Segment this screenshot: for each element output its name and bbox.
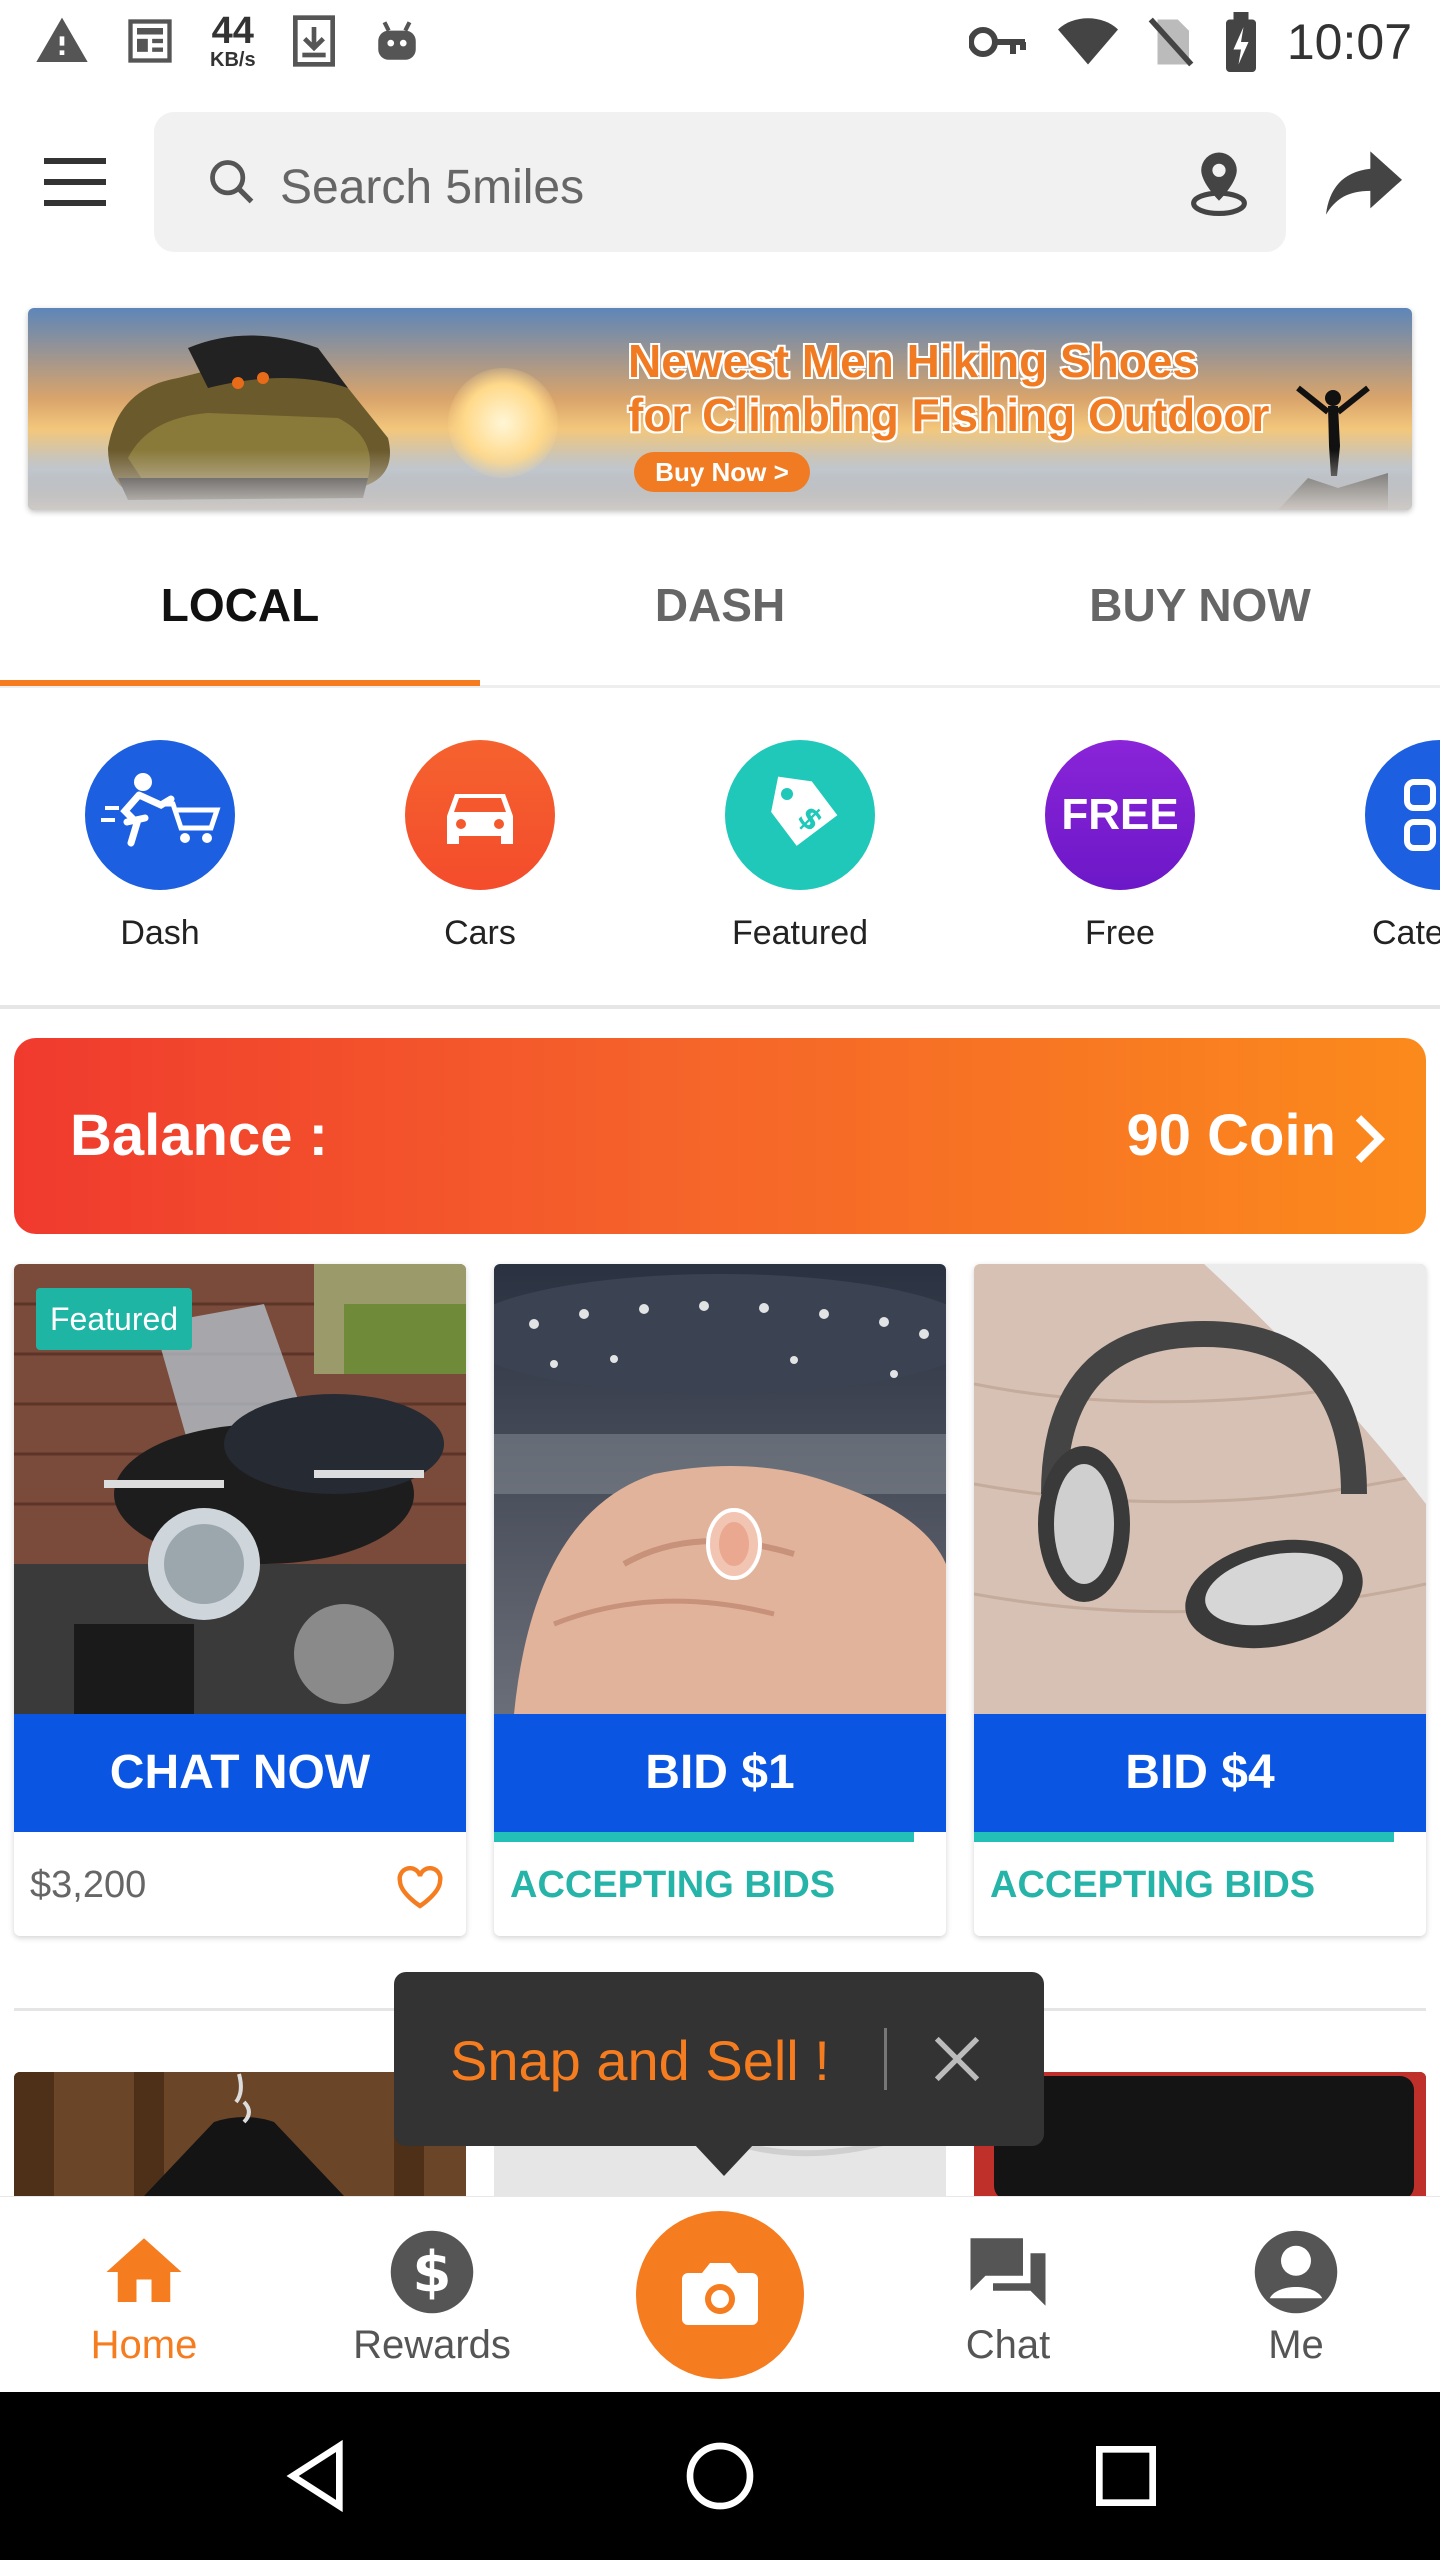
chat-now-button[interactable]: CHAT NOW	[14, 1714, 466, 1832]
banner-subheadline: for Climbing Fishing Outdoor	[628, 389, 1270, 441]
chevron-right-icon	[1355, 1115, 1386, 1163]
tooltip-separator	[884, 2028, 887, 2090]
price-tag-icon: $	[725, 740, 875, 890]
banner-buy-now-button[interactable]: Buy Now >	[634, 452, 810, 492]
heart-icon[interactable]	[396, 1866, 444, 1910]
feed-tabs: LOCAL DASH BUY NOW	[0, 540, 1440, 688]
section-divider	[0, 1005, 1440, 1009]
bid-status: ACCEPTING BIDS	[510, 1864, 836, 1906]
snap-and-sell-tooltip[interactable]: Snap and Sell !	[394, 1972, 1044, 2146]
warning-icon	[36, 17, 88, 63]
free-icon: FREE	[1045, 740, 1195, 890]
hamburger-icon	[44, 158, 106, 206]
svg-text:$: $	[412, 2240, 451, 2305]
category-categories[interactable]: Cate	[1340, 740, 1440, 953]
nav-rewards[interactable]: $ Rewards	[302, 2197, 562, 2393]
back-icon[interactable]	[276, 2436, 356, 2516]
category-free[interactable]: FREE Free	[1020, 740, 1220, 953]
top-bar: Search 5miles	[0, 108, 1440, 256]
person-icon	[1251, 2227, 1341, 2317]
product-image-ring[interactable]	[494, 1264, 946, 1714]
category-label: Cate	[1372, 914, 1440, 952]
category-dash[interactable]: Dash	[60, 740, 260, 953]
home-circle-icon[interactable]	[680, 2436, 760, 2516]
tab-buy-now[interactable]: BUY NOW	[960, 540, 1440, 688]
category-label: Dash	[120, 914, 200, 952]
network-speed-value: 44	[211, 10, 254, 52]
tooltip-text: Snap and Sell !	[450, 2029, 830, 2092]
search-icon	[210, 160, 254, 204]
nav-chat[interactable]: Chat	[878, 2197, 1138, 2393]
bottom-navigation: Home $ Rewards Chat Me	[0, 2196, 1440, 2392]
promo-banner[interactable]: Newest Men Hiking Shoes for Climbing Fis…	[28, 308, 1412, 510]
product-image-headphones[interactable]	[974, 1264, 1426, 1714]
download-icon	[292, 15, 335, 67]
nav-label: Me	[1268, 2323, 1324, 2367]
network-speed: 44 KB/s	[210, 12, 256, 70]
bid-button[interactable]: BID $4	[974, 1714, 1426, 1832]
battery-charging-icon	[1225, 12, 1256, 72]
nav-me[interactable]: Me	[1166, 2197, 1426, 2393]
bid-progress-bar	[494, 1832, 946, 1842]
product-card[interactable]: Featured CHAT NOW $3,200	[14, 1264, 466, 1936]
product-image-motorcycle[interactable]: Featured	[14, 1264, 466, 1714]
balance-label: Balance :	[70, 1103, 328, 1168]
bid-progress-fill	[974, 1832, 1395, 1842]
free-icon-text: FREE	[1061, 790, 1179, 839]
product-card[interactable]: BID $1 ACCEPTING BIDS	[494, 1264, 946, 1936]
android-icon	[377, 21, 416, 60]
close-icon[interactable]	[930, 2032, 984, 2086]
search-input[interactable]: Search 5miles	[280, 160, 584, 215]
tab-indicator	[0, 680, 480, 686]
location-pin-icon[interactable]	[1188, 150, 1250, 216]
clock: 10:07	[1286, 14, 1412, 70]
share-button[interactable]	[1326, 150, 1402, 216]
tooltip-arrow	[694, 2144, 754, 2176]
status-bar: 44 KB/s 10:07	[0, 0, 1440, 86]
bid-progress-bar	[974, 1832, 1426, 1842]
camera-button[interactable]	[636, 2211, 804, 2379]
bid-button[interactable]: BID $1	[494, 1714, 946, 1832]
car-icon	[405, 740, 555, 890]
nav-label: Home	[90, 2323, 198, 2367]
network-speed-unit: KB/s	[210, 49, 256, 71]
share-arrow-icon	[1326, 151, 1402, 215]
tab-dash[interactable]: DASH	[480, 540, 960, 688]
system-navigation-bar	[0, 2392, 1440, 2560]
wifi-icon	[1057, 18, 1118, 65]
vpn-key-icon	[968, 27, 1026, 57]
camera-icon	[682, 2263, 758, 2325]
news-icon	[128, 19, 172, 63]
no-sim-icon	[1148, 17, 1194, 67]
nav-label: Chat	[965, 2323, 1051, 2367]
featured-badge: Featured	[36, 1288, 193, 1350]
dollar-icon: $	[387, 2227, 477, 2317]
dash-cart-icon	[85, 740, 235, 890]
chat-icon	[963, 2227, 1053, 2317]
product-price: $3,200	[30, 1864, 147, 1906]
category-label: Free	[1085, 914, 1155, 952]
menu-button[interactable]	[40, 152, 112, 212]
balance-value: 90 Coin	[1126, 1103, 1337, 1168]
category-row: Dash Cars $ Featured FREE Free Cate	[0, 740, 1440, 960]
category-label: Featured	[731, 914, 869, 952]
search-bar[interactable]: Search 5miles	[154, 112, 1286, 252]
nav-label: Rewards	[353, 2323, 511, 2367]
tab-local[interactable]: LOCAL	[0, 540, 480, 688]
category-featured[interactable]: $ Featured	[700, 740, 900, 953]
bid-progress-fill	[494, 1832, 915, 1842]
bid-status: ACCEPTING BIDS	[990, 1864, 1316, 1906]
category-label: Cars	[444, 914, 516, 952]
recents-icon[interactable]	[1086, 2436, 1166, 2516]
balance-banner[interactable]: Balance : 90 Coin	[14, 1038, 1426, 1234]
product-card[interactable]: BID $4 ACCEPTING BIDS	[974, 1264, 1426, 1936]
category-cars[interactable]: Cars	[380, 740, 580, 953]
grid-icon	[1365, 740, 1440, 890]
banner-headline: Newest Men Hiking Shoes	[628, 335, 1199, 387]
home-icon	[99, 2227, 189, 2317]
nav-home[interactable]: Home	[14, 2197, 274, 2393]
